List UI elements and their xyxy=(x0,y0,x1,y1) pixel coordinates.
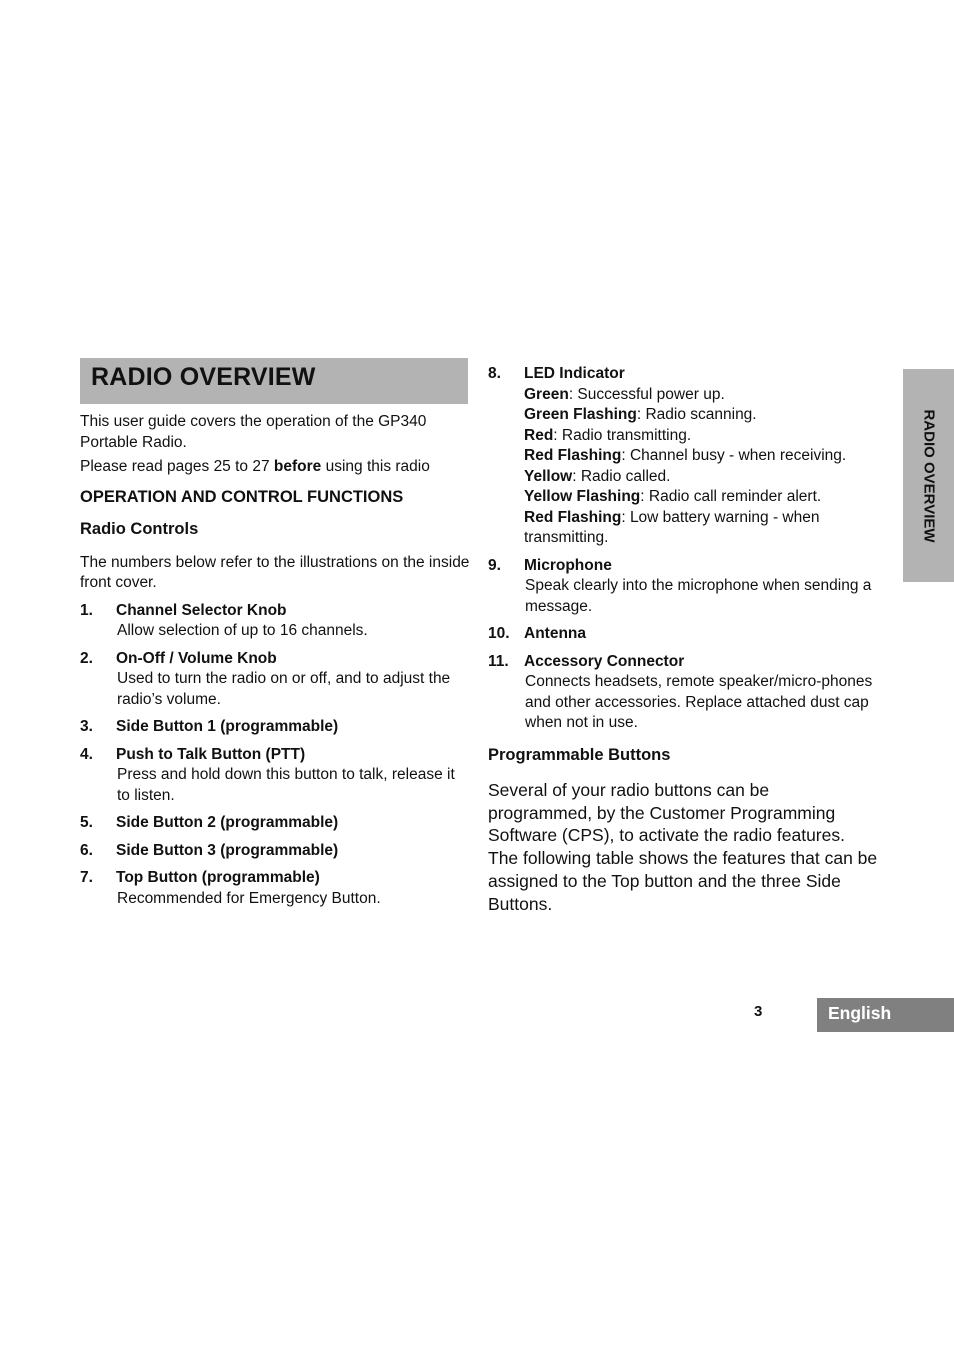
intro-note-emphasis: before xyxy=(273,458,322,475)
led-state: Yellow Flashing: Radio call reminder ale… xyxy=(524,487,878,508)
intro-paragraph: This user guide covers the operation of … xyxy=(80,413,427,451)
programmable-paragraph: Several of your radio buttons can be pro… xyxy=(488,780,878,914)
led-state: Green Flashing: Radio scanning. xyxy=(524,405,878,426)
item-number: 7. xyxy=(80,869,93,886)
list-item: 11. Accessory Connector Connects headset… xyxy=(488,652,878,734)
led-state: Red: Radio transmitting. xyxy=(524,426,878,447)
item-number: 10. xyxy=(488,625,510,642)
intro-note-text-end: using this radio xyxy=(321,458,430,475)
item-title: Push to Talk Button (PTT) xyxy=(116,745,306,763)
item-description: Recommended for Emergency Button. xyxy=(117,889,381,907)
item-title: Side Button 1 (programmable) xyxy=(116,718,339,735)
led-state-text: : Channel busy - when receiving. xyxy=(621,447,847,464)
page-number: 3 xyxy=(754,1003,763,1020)
led-state-label: Red Flashing xyxy=(524,447,622,464)
list-item: 6. Side Button 3 (programmable) xyxy=(80,841,470,862)
item-title: On-Off / Volume Knob xyxy=(116,649,277,667)
title-bar: RADIO OVERVIEW xyxy=(80,358,468,404)
item-number: 4. xyxy=(80,745,93,763)
item-title: Side Button 3 (programmable) xyxy=(116,841,339,859)
list-item: 5. Side Button 2 (programmable) xyxy=(80,813,470,834)
language-tab: English xyxy=(817,998,954,1032)
led-state-text: : Radio called. xyxy=(572,467,671,485)
item-description: Used to turn the radio on or off, and to… xyxy=(117,670,451,708)
item-number: 3. xyxy=(80,718,93,735)
led-state-label: Yellow Flashing xyxy=(524,488,641,505)
item-number: 2. xyxy=(80,649,93,667)
led-state-label: Green xyxy=(524,385,569,403)
led-state-text: : Radio call reminder alert. xyxy=(640,488,822,505)
item-number: 6. xyxy=(80,841,93,859)
item-title: Top Button (programmable) xyxy=(116,869,320,886)
section-side-tab: RADIO OVERVIEW xyxy=(903,369,954,582)
item-number: 5. xyxy=(80,814,93,831)
led-state-text: : Radio scanning. xyxy=(636,406,757,423)
item-title: LED Indicator xyxy=(524,365,625,382)
side-tab-label: RADIO OVERVIEW xyxy=(920,408,937,543)
led-state-text: : Radio transmitting. xyxy=(553,426,692,444)
section-heading: OPERATION AND CONTROL FUNCTIONS xyxy=(80,487,404,506)
intro-note-text: Please read pages 25 to 27 xyxy=(80,458,274,475)
list-item-led: 8. LED Indicator Green: Successful power… xyxy=(488,364,878,549)
led-state: Red Flashing: Channel busy - when receiv… xyxy=(524,446,878,467)
item-number: 11. xyxy=(488,652,509,670)
item-number: 1. xyxy=(80,601,93,619)
item-title: Side Button 2 (programmable) xyxy=(116,814,339,831)
led-state-label: Yellow xyxy=(524,467,573,485)
item-number: 9. xyxy=(488,556,501,574)
subsection-heading: Radio Controls xyxy=(80,520,199,538)
right-column: 8. LED Indicator Green: Successful power… xyxy=(488,364,878,915)
reference-note: The numbers below refer to the illustrat… xyxy=(80,553,470,592)
item-description: Allow selection of up to 16 channels. xyxy=(117,622,368,639)
page-title: RADIO OVERVIEW xyxy=(91,363,316,391)
led-state-text: : Successful power up. xyxy=(568,385,725,403)
programmable-heading: Programmable Buttons xyxy=(488,745,671,764)
list-item: 7. Top Button (programmable) Recommended… xyxy=(80,868,470,909)
led-state-label: Red xyxy=(524,426,554,444)
list-item: 3. Side Button 1 (programmable) xyxy=(80,717,470,738)
item-title: Antenna xyxy=(524,625,586,642)
item-description: Press and hold down this button to talk,… xyxy=(117,766,455,804)
language-label: English xyxy=(828,1003,892,1023)
left-column: This user guide covers the operation of … xyxy=(80,412,470,909)
item-number: 8. xyxy=(488,365,501,382)
led-state-label: Green Flashing xyxy=(524,406,637,423)
led-state: Yellow: Radio called. xyxy=(524,467,878,488)
intro-note: Please read pages 25 to 27 before using … xyxy=(80,457,470,478)
led-state-label: Red Flashing xyxy=(524,508,622,526)
list-item: 10. Antenna xyxy=(488,624,878,645)
item-title: Channel Selector Knob xyxy=(116,601,287,619)
item-description: Connects headsets, remote speaker/micro-… xyxy=(525,673,873,731)
item-title: Microphone xyxy=(524,556,612,574)
list-item: 4. Push to Talk Button (PTT) Press and h… xyxy=(80,745,470,807)
list-item: 2. On-Off / Volume Knob Used to turn the… xyxy=(80,649,470,711)
item-title: Accessory Connector xyxy=(524,652,685,670)
list-item: 1. Channel Selector Knob Allow selection… xyxy=(80,601,470,642)
list-item: 9. Microphone Speak clearly into the mic… xyxy=(488,556,878,618)
item-description: Speak clearly into the microphone when s… xyxy=(525,577,872,615)
led-state: Green: Successful power up. xyxy=(524,385,878,406)
led-state: Red Flashing: Low battery warning - when… xyxy=(524,508,878,549)
